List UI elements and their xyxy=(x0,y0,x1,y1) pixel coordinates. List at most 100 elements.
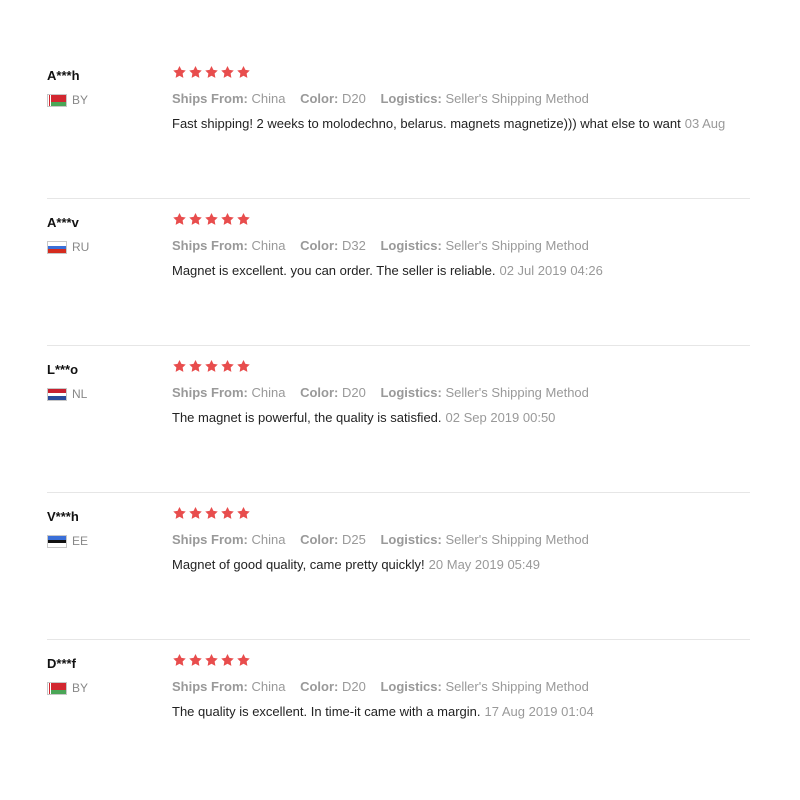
star-icon xyxy=(173,506,186,519)
belarus-flag-icon xyxy=(47,93,67,107)
estonia-flag-icon xyxy=(47,534,67,548)
order-info: Ships From: China Color: D20 Logistics: … xyxy=(172,91,600,106)
logistics-value: Seller's Shipping Method xyxy=(445,679,589,694)
color-label: Color: xyxy=(300,238,339,253)
review-text-row: Magnet is excellent. you can order. The … xyxy=(172,263,603,278)
review-item: V***h EE Ships From: China Color: D25 Lo… xyxy=(47,492,750,640)
star-icon xyxy=(221,653,234,666)
country-code: BY xyxy=(72,93,89,107)
reviewer-country: BY xyxy=(47,681,88,695)
country-code: RU xyxy=(72,240,90,254)
country-code: EE xyxy=(72,534,89,548)
review-date: 02 Jul 2019 04:26 xyxy=(499,263,603,278)
star-icon xyxy=(189,212,202,225)
star-rating xyxy=(172,65,251,80)
review-item: L***o NL Ships From: China Color: D20 Lo… xyxy=(47,345,750,493)
ships-from-label: Ships From: xyxy=(172,91,248,106)
review-text-row: The quality is excellent. In time-it cam… xyxy=(172,704,594,719)
order-info: Ships From: China Color: D32 Logistics: … xyxy=(172,238,600,253)
logistics-value: Seller's Shipping Method xyxy=(445,385,589,400)
ships-from-value: China xyxy=(251,91,286,106)
ships-from-label: Ships From: xyxy=(172,679,248,694)
star-icon xyxy=(237,212,250,225)
color-label: Color: xyxy=(300,385,339,400)
star-icon xyxy=(221,65,234,78)
review-text: The magnet is powerful, the quality is s… xyxy=(172,410,442,425)
reviewer-country: BY xyxy=(47,93,88,107)
star-icon xyxy=(205,359,218,372)
review-item: D***f BY Ships From: China Color: D20 Lo… xyxy=(47,639,750,787)
ships-from-value: China xyxy=(251,679,286,694)
color-value: D20 xyxy=(341,679,366,694)
star-icon xyxy=(189,359,202,372)
logistics-label: Logistics: xyxy=(380,91,442,106)
ships-from-value: China xyxy=(251,238,286,253)
star-icon xyxy=(237,359,250,372)
logistics-value: Seller's Shipping Method xyxy=(445,532,589,547)
star-icon xyxy=(221,212,234,225)
star-icon xyxy=(237,65,250,78)
reviewer-country: NL xyxy=(47,387,87,401)
logistics-label: Logistics: xyxy=(380,679,442,694)
review-text: The quality is excellent. In time-it cam… xyxy=(172,704,481,719)
logistics-label: Logistics: xyxy=(380,238,442,253)
star-icon xyxy=(205,506,218,519)
reviewer-name: A***h xyxy=(47,68,80,83)
logistics-label: Logistics: xyxy=(380,385,442,400)
reviewer-name: L***o xyxy=(47,362,79,377)
ships-from-label: Ships From: xyxy=(172,238,248,253)
color-value: D32 xyxy=(341,238,366,253)
order-info: Ships From: China Color: D20 Logistics: … xyxy=(172,385,600,400)
order-info: Ships From: China Color: D20 Logistics: … xyxy=(172,679,600,694)
review-text: Magnet of good quality, came pretty quic… xyxy=(172,557,425,572)
review-date: 03 Aug xyxy=(684,116,726,131)
color-value: D20 xyxy=(341,91,366,106)
star-icon xyxy=(237,653,250,666)
reviewer-name: A***v xyxy=(47,215,79,230)
ships-from-value: China xyxy=(251,385,286,400)
star-rating xyxy=(172,212,251,227)
review-text-row: Magnet of good quality, came pretty quic… xyxy=(172,557,540,572)
country-code: NL xyxy=(72,387,88,401)
review-date: 02 Sep 2019 00:50 xyxy=(445,410,556,425)
star-icon xyxy=(173,65,186,78)
ships-from-label: Ships From: xyxy=(172,532,248,547)
belarus-flag-icon xyxy=(47,681,67,695)
star-icon xyxy=(189,653,202,666)
star-icon xyxy=(173,359,186,372)
reviewer-name: D***f xyxy=(47,656,76,671)
logistics-label: Logistics: xyxy=(380,532,442,547)
star-rating xyxy=(172,653,251,668)
star-icon xyxy=(189,506,202,519)
logistics-value: Seller's Shipping Method xyxy=(445,238,589,253)
logistics-value: Seller's Shipping Method xyxy=(445,91,589,106)
review-date: 20 May 2019 05:49 xyxy=(428,557,540,572)
country-code: BY xyxy=(72,681,89,695)
color-label: Color: xyxy=(300,91,339,106)
star-rating xyxy=(172,359,251,374)
color-label: Color: xyxy=(300,532,339,547)
review-text: Magnet is excellent. you can order. The … xyxy=(172,263,496,278)
star-icon xyxy=(205,65,218,78)
star-icon xyxy=(189,65,202,78)
star-icon xyxy=(205,653,218,666)
review-text-row: The magnet is powerful, the quality is s… xyxy=(172,410,555,425)
star-icon xyxy=(205,212,218,225)
star-rating xyxy=(172,506,251,521)
review-text-row: Fast shipping! 2 weeks to molodechno, be… xyxy=(172,116,725,131)
ships-from-label: Ships From: xyxy=(172,385,248,400)
color-label: Color: xyxy=(300,679,339,694)
star-icon xyxy=(173,653,186,666)
review-item: A***h BY Ships From: China Color: D20 Lo… xyxy=(47,65,750,215)
ships-from-value: China xyxy=(251,532,286,547)
reviewer-country: RU xyxy=(47,240,89,254)
star-icon xyxy=(221,359,234,372)
reviewer-country: EE xyxy=(47,534,88,548)
color-value: D25 xyxy=(341,532,366,547)
netherlands-flag-icon xyxy=(47,387,67,401)
review-list: A***h BY Ships From: China Color: D20 Lo… xyxy=(0,0,800,800)
star-icon xyxy=(221,506,234,519)
review-item: A***v RU Ships From: China Color: D32 Lo… xyxy=(47,198,750,346)
star-icon xyxy=(237,506,250,519)
russia-flag-icon xyxy=(47,240,67,254)
